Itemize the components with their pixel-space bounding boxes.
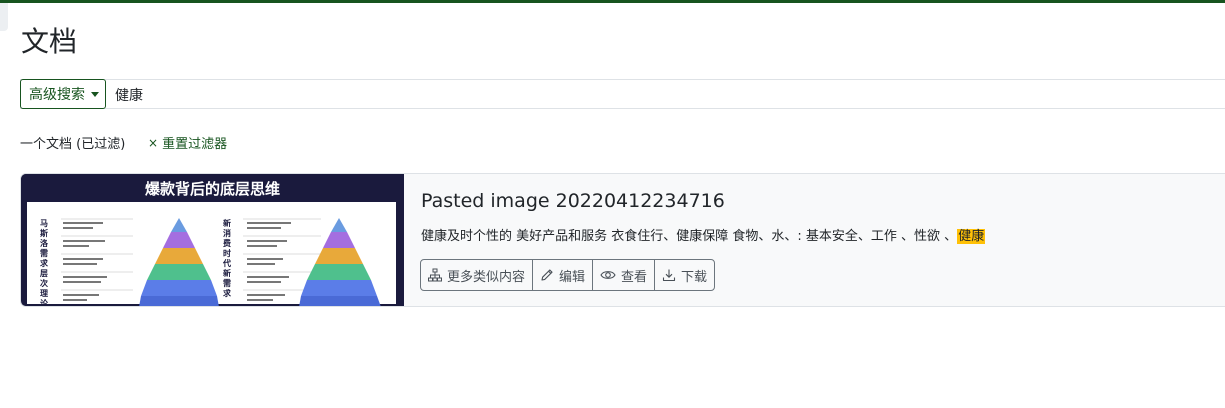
- snippet-text: 健康及时个性的 美好产品和服务 衣食住行、健康保障 食物、水、: 基本安全、工作…: [421, 229, 958, 244]
- right-caption: 新消费时代新需求: [222, 218, 232, 298]
- document-title[interactable]: Pasted image 20220412234716: [421, 190, 725, 212]
- result-count: 一个文档 (已过滤): [20, 137, 126, 152]
- advanced-search-button[interactable]: 高级搜索: [20, 79, 106, 109]
- sitemap-icon: [428, 268, 442, 282]
- edit-button[interactable]: 编辑: [533, 260, 594, 290]
- caret-down-icon: [91, 92, 99, 97]
- document-card: 爆款背后的底层思维 马斯洛需求层次理论 新消费时代新需求 Pasted imag…: [20, 173, 1225, 307]
- view-button[interactable]: 查看: [593, 260, 656, 290]
- page-title: 文档: [21, 25, 78, 58]
- more-like-this-button[interactable]: 更多类似内容: [421, 260, 534, 290]
- eye-icon: [600, 271, 616, 279]
- edit-label: 编辑: [559, 269, 586, 285]
- sidebar-toggle[interactable]: [0, 3, 8, 31]
- close-icon: ×: [148, 135, 159, 150]
- pyramid-diagram: 马斯洛需求层次理论 新消费时代新需求: [39, 218, 381, 307]
- left-caption: 马斯洛需求层次理论: [39, 218, 49, 307]
- search-bar: 高级搜索: [20, 79, 1225, 110]
- top-accent-bar: [0, 0, 1225, 3]
- document-snippet: 健康及时个性的 美好产品和服务 衣食住行、健康保障 食物、水、: 基本安全、工作…: [421, 225, 986, 244]
- pencil-icon: [541, 269, 553, 281]
- search-input[interactable]: [107, 80, 1217, 110]
- reset-filter-link[interactable]: × 重置过滤器: [148, 133, 228, 153]
- snippet-highlight: 健康: [957, 229, 986, 244]
- download-icon: [662, 269, 676, 282]
- reset-filter-label: 重置过滤器: [162, 137, 228, 152]
- document-thumbnail[interactable]: 爆款背后的底层思维 马斯洛需求层次理论 新消费时代新需求: [21, 174, 404, 307]
- download-button[interactable]: 下载: [655, 260, 714, 290]
- view-label: 查看: [621, 269, 648, 285]
- document-actions: 更多类似内容 编辑 查看 下载: [420, 259, 716, 291]
- more-like-this-label: 更多类似内容: [447, 269, 526, 285]
- advanced-search-label: 高级搜索: [29, 87, 85, 103]
- download-label: 下载: [681, 269, 708, 285]
